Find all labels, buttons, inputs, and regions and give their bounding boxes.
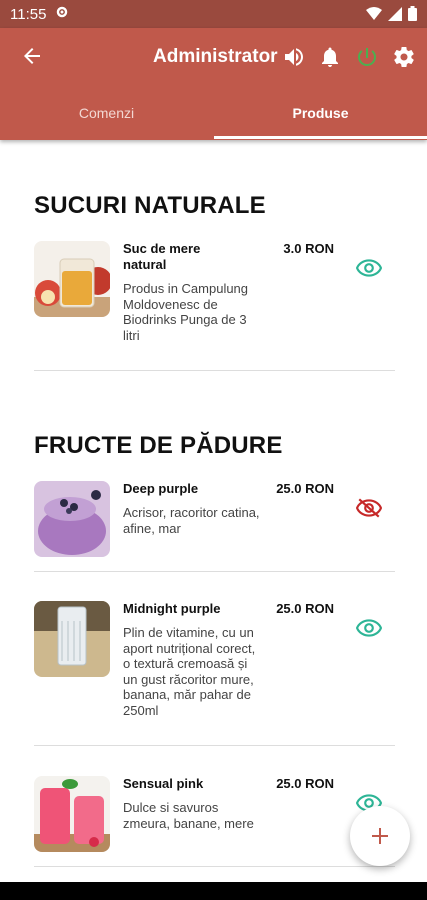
- product-name: Midnight purple: [123, 601, 221, 616]
- product-price: 3.0 RON: [283, 241, 334, 256]
- product-description: Plin de vitamine, cu un aport nutriționa…: [123, 625, 256, 718]
- system-nav-bar: [0, 882, 427, 900]
- status-time: 11:55: [10, 6, 47, 23]
- page-title: Administrator: [153, 46, 278, 67]
- product-price: 25.0 RON: [276, 776, 334, 791]
- signal-icon: [388, 6, 402, 21]
- product-name: Deep purple: [123, 481, 199, 496]
- product-price: 25.0 RON: [276, 481, 334, 496]
- product-description: Dulce si savuros zmeura, banane, mere: [123, 800, 254, 831]
- product-image-midnight-purple: [34, 601, 110, 677]
- tab-produse[interactable]: Produse: [214, 96, 427, 140]
- tab-bar: Comenzi Produse: [0, 96, 427, 140]
- divider: [34, 866, 395, 867]
- tab-indicator: [214, 136, 427, 139]
- add-product-button[interactable]: [350, 806, 410, 866]
- status-bar: 11:55: [0, 0, 427, 28]
- settings-gear-icon[interactable]: [392, 45, 416, 69]
- divider: [34, 370, 395, 371]
- section-title-fructe: FRUCTE DE PĂDURE: [34, 432, 283, 459]
- battery-icon: [408, 6, 417, 21]
- back-arrow-icon[interactable]: [20, 44, 44, 68]
- visibility-off-eye-icon[interactable]: [356, 498, 382, 518]
- product-image-apple-juice: [34, 241, 110, 317]
- app-bar: Administrator Comenzi Produse: [0, 28, 427, 140]
- visibility-eye-icon[interactable]: [356, 618, 382, 638]
- plus-icon: [372, 828, 388, 844]
- product-name: Suc de mere natural: [123, 241, 201, 272]
- notification-bell-icon[interactable]: [318, 45, 342, 69]
- product-image-sensual-pink: [34, 776, 110, 852]
- wifi-icon: [366, 6, 382, 20]
- power-icon[interactable]: [355, 45, 379, 69]
- settings-status-icon: [55, 5, 69, 22]
- visibility-eye-icon[interactable]: [356, 258, 382, 278]
- product-name: Sensual pink: [123, 776, 204, 791]
- product-image-deep-purple: [34, 481, 110, 557]
- product-description: Produs in Campulung Moldovenesc de Biodr…: [123, 281, 249, 343]
- section-title-sucuri: SUCURI NATURALE: [34, 192, 266, 219]
- divider: [34, 745, 395, 746]
- tab-comenzi[interactable]: Comenzi: [0, 96, 213, 140]
- product-price: 25.0 RON: [276, 601, 334, 616]
- product-description: Acrisor, racoritor catina, afine, mar: [123, 505, 260, 536]
- volume-icon[interactable]: [282, 45, 306, 69]
- divider: [34, 571, 395, 572]
